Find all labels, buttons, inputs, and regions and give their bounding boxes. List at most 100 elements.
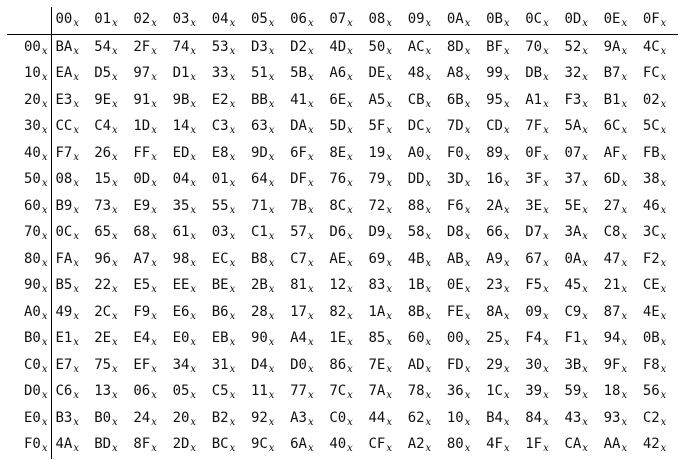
hex-suffix: x (268, 204, 275, 216)
table-cell: 02x (639, 88, 678, 115)
hex-suffix: x (464, 45, 471, 57)
hex-suffix: x (621, 178, 628, 190)
hex-suffix: x (268, 257, 275, 269)
table-cell: 28x (247, 300, 286, 327)
cell-value: A5 (368, 91, 386, 108)
hex-suffix: x (41, 416, 48, 428)
hex-suffix: x (268, 178, 275, 190)
table-row: 50x 08x 15x 0Dx 04x 01x 64x DFx 76x 79x DDx 3Dx 16x 3… (7, 167, 678, 194)
hex-suffix: x (229, 18, 236, 30)
cell-value: 7C (329, 383, 347, 400)
hex-suffix: x (464, 337, 471, 349)
cell-value: F0 (446, 144, 464, 161)
cell-value: AD (407, 356, 425, 373)
cell-value: D7 (525, 224, 543, 241)
table-cell: 5Dx (325, 114, 364, 141)
hex-suffix: x (307, 98, 314, 110)
cell-value: D2 (290, 38, 307, 55)
hex-suffix: x (503, 337, 510, 349)
cell-value: D9 (368, 224, 386, 241)
cell-value: 01 (211, 171, 229, 188)
table-cell: 22x (90, 273, 129, 300)
table-cell: 1Dx (129, 114, 168, 141)
table-cell: 8Bx (404, 300, 443, 327)
table-cell: 9Ex (90, 88, 129, 115)
cell-value: AF (603, 144, 621, 161)
hex-suffix: x (190, 257, 197, 269)
hex-suffix: x (151, 310, 157, 322)
table-cell: EDx (169, 141, 208, 168)
hex-suffix: x (268, 310, 275, 322)
table-cell: 82x (325, 300, 364, 327)
table-body: 00x BAx 54x 2Fx 74x 53x D3x D2x 4Dx 50x ACx 8Dx BFx 7… (7, 34, 678, 459)
hex-suffix: x (621, 284, 628, 296)
table-cell: 56x (639, 379, 678, 406)
hex-suffix: x (73, 125, 79, 137)
hex-suffix: x (307, 337, 314, 349)
cell-value: 0A (564, 250, 582, 267)
table-cell: 3Ax (560, 220, 599, 247)
hex-suffix: x (41, 125, 48, 137)
table-cell: 06x (129, 379, 168, 406)
row-header: 20x (7, 87, 52, 114)
hex-suffix: x (425, 72, 432, 84)
table-cell: B7x (600, 61, 639, 88)
hex-suffix: x (190, 204, 197, 216)
column-header-row: 00x 01x 02x 03x 04x 05x 06x 07x 08x 09x 0Ax 0Bx 0Cx 0… (7, 7, 678, 35)
table-cell: 76x (325, 167, 364, 194)
cell-value: B9 (55, 197, 73, 214)
cell-value: 1E (329, 330, 347, 347)
cell-value: 57 (290, 224, 307, 241)
cell-value: 6F (290, 144, 307, 161)
hex-suffix: x (582, 45, 588, 57)
hex-suffix: x (660, 72, 667, 84)
table-cell: C9x (560, 300, 599, 327)
hex-suffix: x (268, 416, 275, 428)
hex-suffix: x (41, 98, 48, 110)
column-header: 04x (207, 7, 247, 35)
hex-suffix: x (503, 231, 510, 243)
table-cell: 87x (600, 300, 639, 327)
hex-suffix: x (621, 72, 628, 84)
hex-suffix: x (386, 204, 392, 216)
column-header: 0Bx (482, 7, 522, 35)
cell-value: C1 (250, 224, 268, 241)
hex-suffix: x (543, 390, 549, 402)
cell-value: EA (55, 65, 73, 82)
cell-value: 98 (172, 250, 190, 267)
table-cell: 26x (90, 141, 129, 168)
cell-value: 1A (368, 303, 386, 320)
cell-value: 90 (250, 330, 268, 347)
hex-suffix: x (503, 363, 510, 375)
table-cell: B9x (51, 194, 90, 221)
hex-suffix: x (268, 18, 275, 30)
cell-value: EE (172, 277, 190, 294)
cell-value: 62 (407, 409, 425, 426)
table-cell: 37x (560, 167, 599, 194)
cell-value: E3 (55, 91, 73, 108)
hex-suffix: x (73, 45, 79, 57)
cell-value: 75 (94, 356, 112, 373)
cell-value: FA (55, 250, 73, 267)
table-cell: 1Ax (365, 300, 404, 327)
cell-value: F3 (564, 91, 582, 108)
cell-value: BB (250, 91, 268, 108)
hex-suffix: x (464, 204, 471, 216)
cell-value: 79 (368, 171, 386, 188)
cell-value: 56 (642, 383, 660, 400)
hex-suffix: x (229, 310, 236, 322)
table-cell: 24x (129, 406, 168, 433)
hex-suffix: x (112, 178, 118, 190)
table-cell: 2Ex (90, 326, 129, 353)
cell-value: E1 (55, 330, 73, 347)
column-header: 06x (286, 7, 326, 35)
table-cell: 72x (365, 194, 404, 221)
table-cell: 36x (443, 379, 482, 406)
cell-value: 99 (486, 65, 503, 82)
hex-suffix: x (307, 310, 314, 322)
cell-value: 37 (564, 171, 582, 188)
table-cell: C6x (51, 379, 90, 406)
table-cell: 0Dx (129, 167, 168, 194)
table-cell: 2Fx (129, 34, 168, 61)
cell-value: C3 (211, 118, 229, 135)
